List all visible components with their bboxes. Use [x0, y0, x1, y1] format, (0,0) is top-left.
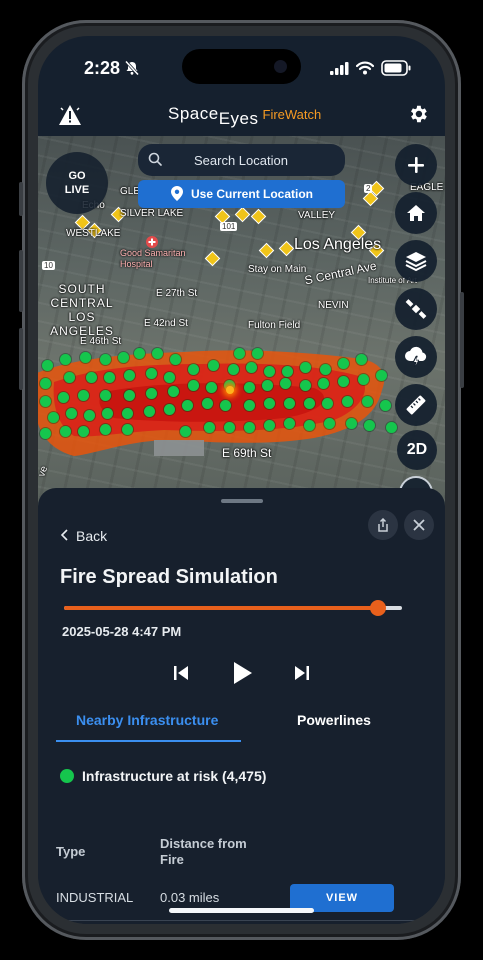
tab-nearby-infrastructure[interactable]: Nearby Infrastructure: [76, 712, 218, 728]
hwy-10-shield: 10: [42, 261, 55, 270]
skip-forward-icon[interactable]: [293, 664, 311, 682]
playback-controls: [168, 658, 318, 688]
tab-bar: Nearby Infrastructure Powerlines: [56, 702, 426, 742]
play-icon[interactable]: [230, 660, 254, 686]
plus-icon: [408, 157, 424, 173]
dynamic-island: [182, 49, 301, 84]
active-tab-underline: [56, 740, 241, 742]
sheet-drag-handle[interactable]: [221, 499, 263, 503]
map-label-nevin: NEVIN: [318, 300, 349, 311]
skip-back-icon[interactable]: [172, 664, 190, 682]
map-label-e69: E 69th St: [222, 446, 272, 460]
home-icon: [407, 205, 425, 221]
simulation-datetime: 2025-05-28 4:47 PM: [62, 624, 182, 639]
zoom-in-button[interactable]: [395, 144, 437, 186]
map-label-glendale: GLE: [120, 186, 141, 197]
map-label-south-central: SOUTH CENTRAL LOS ANGELES: [50, 282, 114, 338]
brand-eyes: Eyes: [218, 109, 259, 128]
brand-space: Space: [168, 104, 219, 123]
layers-icon: [405, 252, 427, 272]
search-input[interactable]: Search Location: [194, 153, 288, 168]
back-label: Back: [76, 528, 108, 544]
search-bar[interactable]: Search Location: [138, 144, 345, 176]
close-button[interactable]: [404, 510, 434, 540]
hospital-icon: [146, 236, 158, 248]
map-label-silver-lake: SILVER LAKE: [120, 208, 184, 219]
satellite-icon: [405, 299, 427, 319]
app-header: SpaceEyes FireWatch: [38, 98, 445, 136]
timeline-slider[interactable]: [64, 600, 402, 616]
map-label-e46: E 46th St: [80, 336, 122, 347]
volume-up-button: [19, 250, 23, 312]
chevron-left-icon: [60, 529, 68, 541]
ruler-icon: [406, 395, 426, 415]
map-label-westlake: WESTLAKE: [66, 228, 121, 239]
home-indicator[interactable]: [169, 908, 314, 913]
hwy-2-shield: 2: [364, 184, 373, 193]
view-mode-2d-button[interactable]: 2D: [397, 430, 437, 470]
map-label-e27: E 27th St: [156, 288, 198, 299]
map-label-stay-on-main: Stay on Main: [248, 264, 307, 275]
close-icon: [413, 519, 425, 531]
bell-slash-icon: [124, 60, 140, 76]
column-header-type: Type: [56, 844, 86, 859]
share-button[interactable]: [368, 510, 398, 540]
share-icon: [378, 518, 388, 532]
satellite-button[interactable]: [395, 288, 437, 330]
battery-icon: [381, 60, 411, 76]
alert-triangle-icon[interactable]: [58, 104, 82, 126]
column-header-distance: Distance from Fire: [160, 836, 247, 868]
map-label-fulton: Fulton Field: [248, 320, 301, 331]
go-live-button[interactable]: GO LIVE: [46, 152, 108, 214]
brand-firewatch: FireWatch: [262, 107, 322, 122]
column-header-distance-line2: Fire: [160, 852, 184, 867]
screen: 2:28 SpaceEyes FireWatch GLE SILVER LAKE…: [38, 36, 445, 924]
bottom-sheet: Back Fire Spread Simulation 2025-05-28 4…: [38, 488, 445, 924]
timeline-slider-thumb[interactable]: [370, 600, 387, 616]
cloud-lightning-icon: [405, 346, 427, 368]
weather-button[interactable]: [395, 336, 437, 378]
app-logo: SpaceEyes FireWatch: [168, 104, 322, 128]
fire-origin-marker: [226, 386, 234, 394]
map-label-valley: VALLEY: [298, 210, 336, 221]
back-button[interactable]: Back: [60, 528, 107, 544]
power-button: [460, 292, 464, 388]
map-label-los-angeles: Los Angeles: [294, 236, 382, 253]
gear-icon[interactable]: [407, 103, 429, 125]
go-live-line2: LIVE: [64, 184, 90, 196]
search-icon: [148, 152, 162, 166]
status-bar: 2:28: [38, 36, 445, 98]
use-current-location-button[interactable]: Use Current Location: [138, 180, 345, 208]
risk-label: Infrastructure at risk (4,475): [82, 768, 267, 784]
row-distance: 0.03 miles: [160, 890, 220, 905]
tab-powerlines[interactable]: Powerlines: [297, 712, 371, 728]
measure-button[interactable]: [395, 384, 437, 426]
map-label-e42: E 42nd St: [144, 318, 188, 329]
timeline-slider-fill: [64, 606, 379, 610]
go-live-line1: GO: [68, 170, 86, 182]
map-view[interactable]: GLE SILVER LAKE Echo WESTLAKE VALLEY EAG…: [38, 136, 445, 506]
row-divider: [56, 920, 426, 921]
wifi-icon: [356, 61, 374, 75]
hwy-101-shield: 101: [220, 222, 238, 231]
row-type: INDUSTRIAL: [56, 890, 134, 905]
page-title: Fire Spread Simulation: [60, 566, 278, 588]
home-button[interactable]: [395, 192, 437, 234]
layers-button[interactable]: [395, 240, 437, 282]
use-location-label: Use Current Location: [191, 187, 314, 201]
column-header-distance-line1: Distance from: [160, 836, 247, 851]
action-button: [19, 182, 23, 216]
signal-icon: [330, 62, 349, 75]
volume-down-button: [19, 328, 23, 390]
at-risk-dot-icon: [60, 769, 74, 783]
status-time: 2:28: [84, 58, 121, 78]
map-label-hospital: Good Samaritan Hospital: [120, 248, 186, 269]
location-pin-icon: [171, 186, 183, 201]
risk-summary: Infrastructure at risk (4,475): [60, 768, 266, 784]
